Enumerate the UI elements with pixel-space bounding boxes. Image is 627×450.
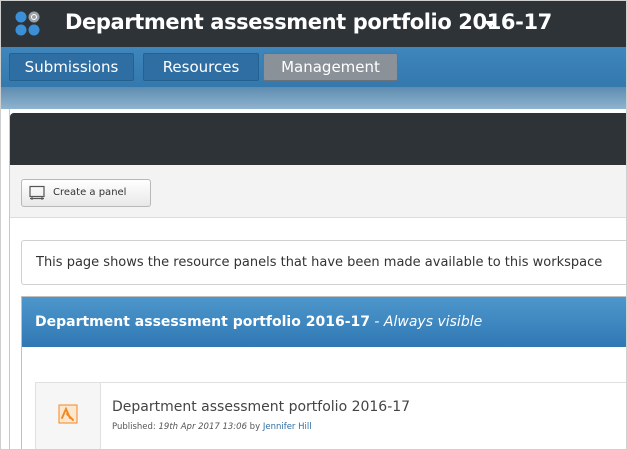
panel-visibility: - Always visible — [369, 314, 483, 330]
main-nav: Submissions Resources Management — [1, 47, 626, 87]
app-window: Department assessment portfolio 2016-17 … — [0, 0, 627, 450]
panel-header[interactable]: Department assessment portfolio 2016-17 … — [22, 297, 626, 347]
resource-file-icon[interactable] — [58, 404, 78, 424]
resource-item: Department assessment portfolio 2016-17 … — [35, 382, 626, 449]
published-date: 19th Apr 2017 13:06 — [158, 422, 247, 432]
workspace-title[interactable]: Department assessment portfolio 2016-17 — [65, 10, 552, 34]
create-panel-label: Create a panel — [53, 187, 127, 198]
create-panel-button[interactable]: Create a panel — [21, 179, 151, 207]
title-bar: Department assessment portfolio 2016-17 — [1, 1, 626, 47]
resource-name[interactable]: Department assessment portfolio 2016-17 — [112, 399, 410, 415]
by-label: by — [246, 422, 263, 432]
main-content: Create a panel This page shows the resou… — [9, 109, 626, 449]
published-label: Published: — [112, 422, 159, 432]
info-message: This page shows the resource panels that… — [21, 240, 626, 285]
resource-panel: Department assessment portfolio 2016-17 … — [21, 296, 626, 449]
tab-management[interactable]: Management — [263, 53, 398, 81]
panel-title: Department assessment portfolio 2016-17 — [35, 314, 370, 330]
tab-resources[interactable]: Resources — [143, 53, 259, 81]
resource-icon-cell — [36, 383, 101, 449]
author-link[interactable]: Jennifer Hill — [263, 422, 312, 432]
panel-icon — [29, 185, 45, 200]
caret-down-icon[interactable] — [484, 21, 496, 29]
resource-meta: Published: 19th Apr 2017 13:06 by Jennif… — [112, 422, 312, 432]
app-logo-icon — [15, 11, 40, 36]
tab-submissions[interactable]: Submissions — [9, 53, 134, 81]
toolbar: Create a panel — [10, 165, 626, 218]
header-band — [1, 87, 626, 109]
content-header-bar — [10, 113, 626, 165]
